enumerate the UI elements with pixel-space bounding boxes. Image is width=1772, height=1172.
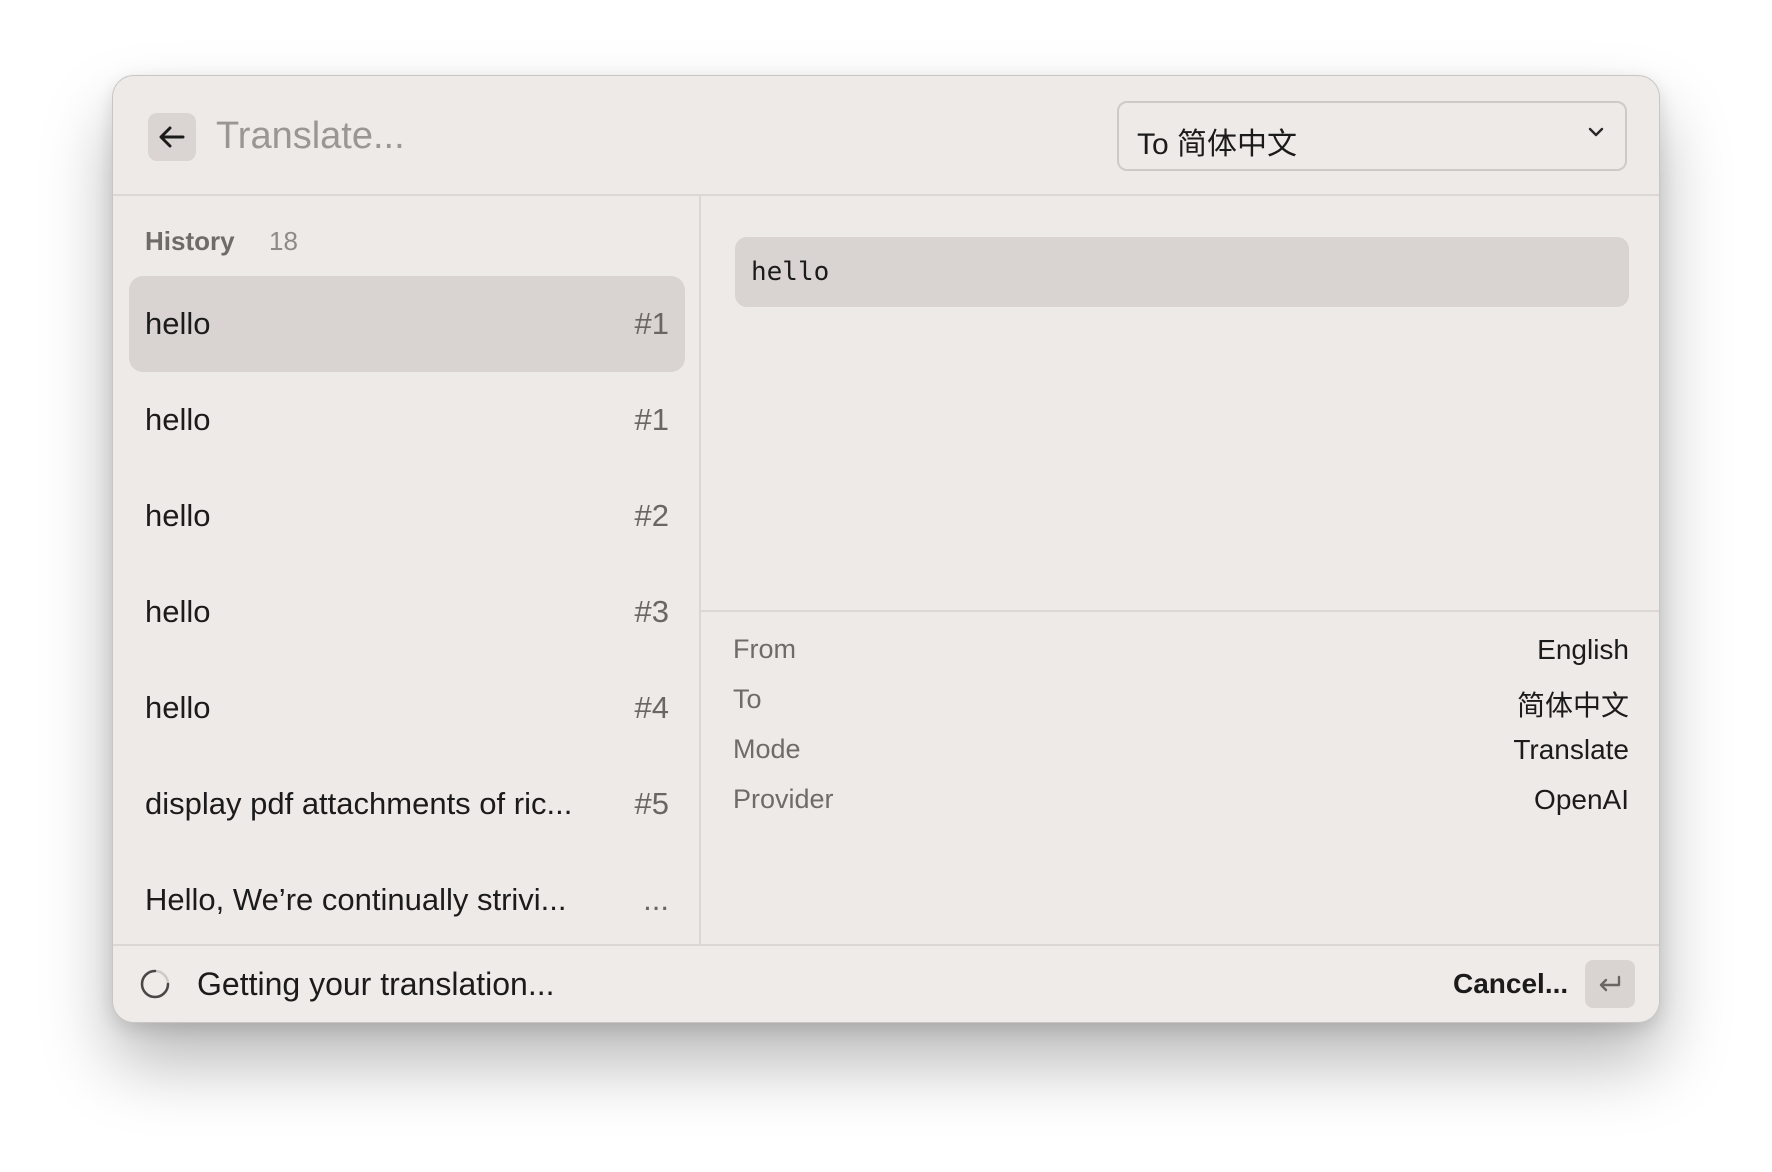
detail-divider: [701, 610, 1659, 612]
history-item-label: display pdf attachments of ric...: [145, 786, 573, 821]
history-item-index: #4: [634, 690, 669, 725]
loading-spinner-icon: [140, 969, 170, 999]
history-item-label: hello: [145, 690, 211, 725]
history-title: History: [145, 226, 235, 256]
cancel-button[interactable]: Cancel...: [1453, 968, 1568, 1000]
footer-bar: Getting your translation... Cancel...: [113, 944, 1659, 1022]
history-item-label: hello: [145, 402, 211, 437]
history-item[interactable]: hello #1: [129, 372, 685, 468]
meta-row-provider: Provider OpenAI: [733, 784, 1629, 824]
meta-value: Translate: [1513, 734, 1629, 765]
history-item[interactable]: hello #3: [129, 564, 685, 660]
history-item-index: #1: [634, 306, 669, 341]
source-text-box[interactable]: hello: [735, 237, 1629, 307]
history-item-label: hello: [145, 594, 211, 629]
translate-window: To 简体中文 History 18 hello #1 hello #1 hel…: [112, 75, 1660, 1023]
meta-key: Mode: [733, 734, 801, 764]
header-bar: To 简体中文: [113, 76, 1659, 196]
history-item[interactable]: Hello, We’re continually strivi... ...: [129, 852, 685, 944]
history-item[interactable]: hello #4: [129, 660, 685, 756]
meta-value: English: [1537, 634, 1629, 665]
status-text: Getting your translation...: [197, 966, 555, 1002]
history-panel: History 18 hello #1 hello #1 hello #2 he…: [113, 196, 701, 944]
search-input[interactable]: [216, 106, 976, 166]
history-item-index: ...: [643, 882, 669, 917]
history-item-index: #2: [634, 498, 669, 533]
chevron-down-icon: [1588, 127, 1604, 137]
target-language-label: To 简体中文: [1137, 128, 1298, 161]
back-button[interactable]: [148, 113, 196, 161]
history-item-index: #5: [634, 786, 669, 821]
history-item-label: hello: [145, 306, 211, 341]
target-language-dropdown[interactable]: To 简体中文: [1117, 101, 1627, 171]
meta-value: OpenAI: [1534, 784, 1629, 815]
history-item-index: #1: [634, 402, 669, 437]
history-item-label: hello: [145, 498, 211, 533]
history-count: 18: [269, 226, 298, 256]
meta-row-from: From English: [733, 634, 1629, 674]
meta-key: From: [733, 634, 796, 664]
meta-row-to: To 简体中文: [733, 684, 1629, 724]
history-item[interactable]: hello #1: [129, 276, 685, 372]
meta-row-mode: Mode Translate: [733, 734, 1629, 774]
history-list: hello #1 hello #1 hello #2 hello #3 hell…: [129, 276, 685, 944]
history-item[interactable]: display pdf attachments of ric... #5: [129, 756, 685, 852]
meta-value: 简体中文: [1516, 690, 1629, 721]
return-key-icon: [1599, 975, 1621, 992]
history-item-label: Hello, We’re continually strivi...: [145, 882, 567, 917]
history-item[interactable]: hello #2: [129, 468, 685, 564]
meta-key: To: [733, 684, 762, 714]
arrow-left-icon: [159, 126, 185, 148]
history-item-index: #3: [634, 594, 669, 629]
return-key-button[interactable]: [1585, 960, 1635, 1008]
source-text: hello: [751, 257, 830, 287]
meta-key: Provider: [733, 784, 834, 814]
